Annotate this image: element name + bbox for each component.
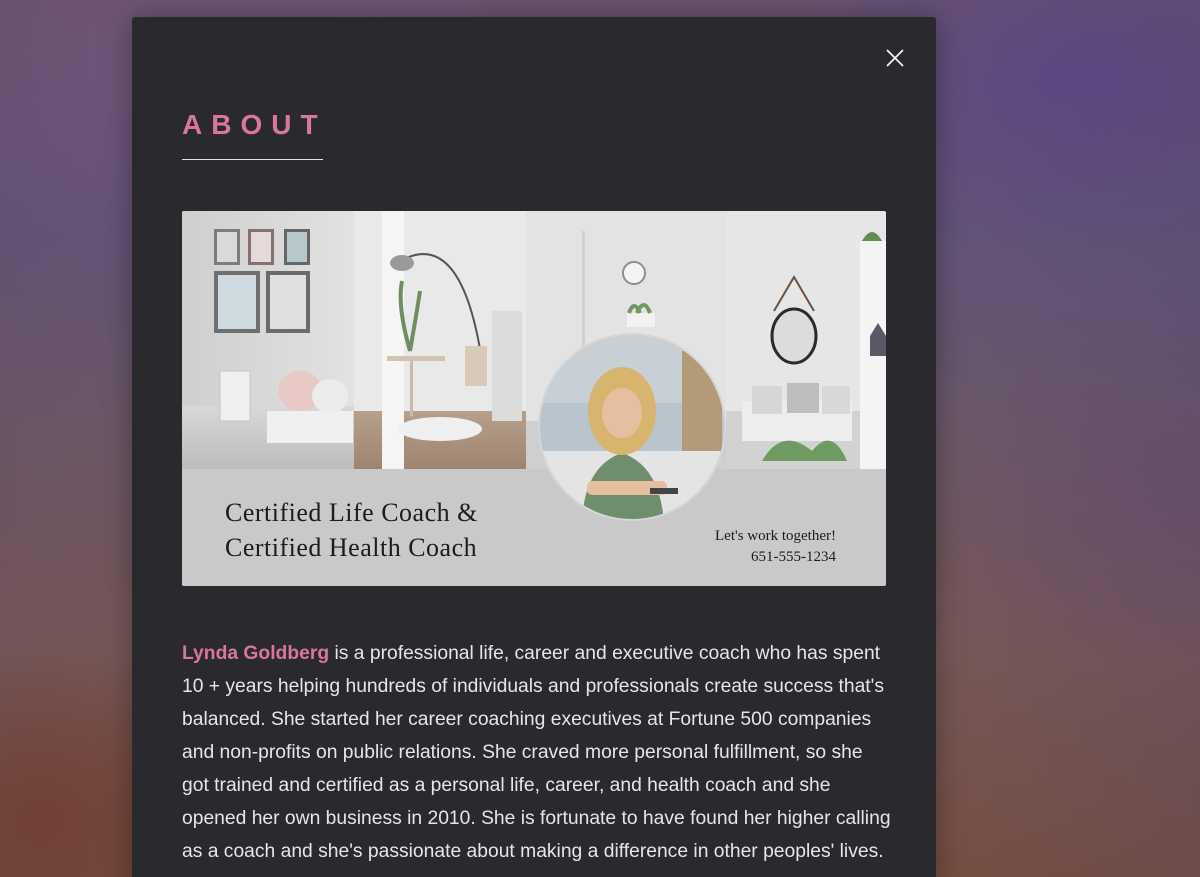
coach-name: Lynda Goldberg bbox=[182, 643, 330, 664]
heading-underline bbox=[182, 159, 323, 160]
banner-cta-text: Let's work together! bbox=[715, 528, 836, 544]
banner-contact: Let's work together! 651-555-1234 bbox=[715, 526, 836, 568]
coach-banner-image: Certified Life Coach & Certified Health … bbox=[182, 211, 886, 586]
close-button[interactable] bbox=[880, 43, 910, 73]
banner-headline-line2: Certified Health Coach bbox=[225, 533, 478, 562]
close-icon bbox=[886, 49, 904, 67]
bio-text: is a professional life, career and execu… bbox=[182, 643, 891, 862]
bio-paragraph: Lynda Goldberg is a professional life, c… bbox=[182, 637, 894, 868]
about-modal: ABOUT Certified Life Coach & Certified H… bbox=[132, 17, 936, 877]
banner-headline-line1: Certified Life Coach & bbox=[225, 498, 478, 527]
banner-phone: 651-555-1234 bbox=[751, 549, 836, 565]
about-heading: ABOUT bbox=[182, 109, 327, 140]
banner-headline: Certified Life Coach & Certified Health … bbox=[225, 495, 478, 565]
